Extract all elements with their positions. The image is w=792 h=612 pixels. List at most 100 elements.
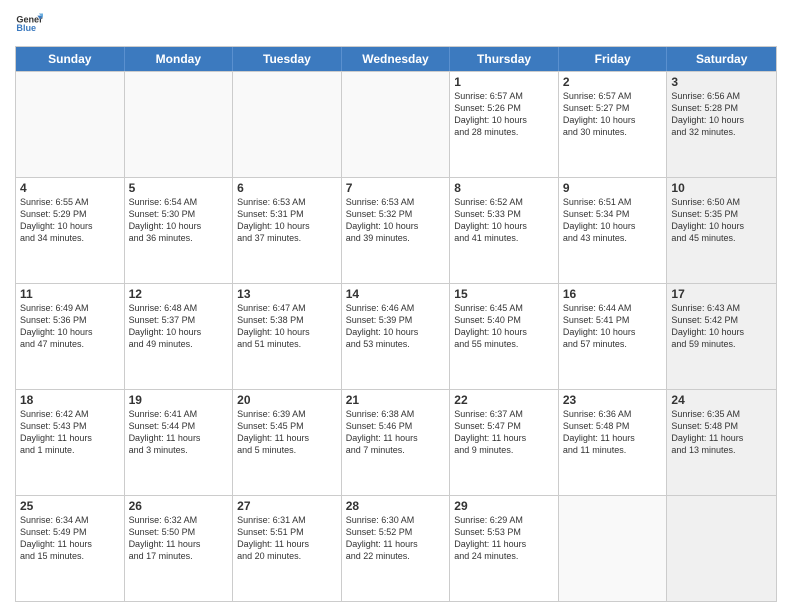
cell-info: Sunrise: 6:54 AM Sunset: 5:30 PM Dayligh… [129,196,229,245]
cal-cell-11: 11Sunrise: 6:49 AM Sunset: 5:36 PM Dayli… [16,284,125,389]
cal-cell-empty-0-3 [342,72,451,177]
cell-info: Sunrise: 6:35 AM Sunset: 5:48 PM Dayligh… [671,408,772,457]
cal-cell-20: 20Sunrise: 6:39 AM Sunset: 5:45 PM Dayli… [233,390,342,495]
calendar-row-1: 4Sunrise: 6:55 AM Sunset: 5:29 PM Daylig… [16,177,776,283]
cal-cell-16: 16Sunrise: 6:44 AM Sunset: 5:41 PM Dayli… [559,284,668,389]
cal-cell-27: 27Sunrise: 6:31 AM Sunset: 5:51 PM Dayli… [233,496,342,601]
day-number: 4 [20,181,120,195]
day-number: 25 [20,499,120,513]
cell-info: Sunrise: 6:30 AM Sunset: 5:52 PM Dayligh… [346,514,446,563]
day-number: 20 [237,393,337,407]
day-number: 26 [129,499,229,513]
cell-info: Sunrise: 6:39 AM Sunset: 5:45 PM Dayligh… [237,408,337,457]
cell-info: Sunrise: 6:55 AM Sunset: 5:29 PM Dayligh… [20,196,120,245]
day-number: 10 [671,181,772,195]
day-number: 9 [563,181,663,195]
cal-cell-empty-0-2 [233,72,342,177]
cell-info: Sunrise: 6:57 AM Sunset: 5:27 PM Dayligh… [563,90,663,139]
cell-info: Sunrise: 6:50 AM Sunset: 5:35 PM Dayligh… [671,196,772,245]
day-number: 6 [237,181,337,195]
cal-cell-4: 4Sunrise: 6:55 AM Sunset: 5:29 PM Daylig… [16,178,125,283]
cal-cell-25: 25Sunrise: 6:34 AM Sunset: 5:49 PM Dayli… [16,496,125,601]
cal-cell-21: 21Sunrise: 6:38 AM Sunset: 5:46 PM Dayli… [342,390,451,495]
cal-cell-2: 2Sunrise: 6:57 AM Sunset: 5:27 PM Daylig… [559,72,668,177]
header-day-tuesday: Tuesday [233,47,342,71]
cell-info: Sunrise: 6:42 AM Sunset: 5:43 PM Dayligh… [20,408,120,457]
cal-cell-24: 24Sunrise: 6:35 AM Sunset: 5:48 PM Dayli… [667,390,776,495]
cal-cell-3: 3Sunrise: 6:56 AM Sunset: 5:28 PM Daylig… [667,72,776,177]
header-day-thursday: Thursday [450,47,559,71]
cell-info: Sunrise: 6:31 AM Sunset: 5:51 PM Dayligh… [237,514,337,563]
day-number: 23 [563,393,663,407]
cal-cell-empty-4-6 [667,496,776,601]
day-number: 21 [346,393,446,407]
cell-info: Sunrise: 6:53 AM Sunset: 5:31 PM Dayligh… [237,196,337,245]
cal-cell-18: 18Sunrise: 6:42 AM Sunset: 5:43 PM Dayli… [16,390,125,495]
cell-info: Sunrise: 6:32 AM Sunset: 5:50 PM Dayligh… [129,514,229,563]
day-number: 24 [671,393,772,407]
cell-info: Sunrise: 6:45 AM Sunset: 5:40 PM Dayligh… [454,302,554,351]
cell-info: Sunrise: 6:43 AM Sunset: 5:42 PM Dayligh… [671,302,772,351]
day-number: 14 [346,287,446,301]
header-day-wednesday: Wednesday [342,47,451,71]
cal-cell-6: 6Sunrise: 6:53 AM Sunset: 5:31 PM Daylig… [233,178,342,283]
cal-cell-29: 29Sunrise: 6:29 AM Sunset: 5:53 PM Dayli… [450,496,559,601]
cell-info: Sunrise: 6:34 AM Sunset: 5:49 PM Dayligh… [20,514,120,563]
calendar-row-2: 11Sunrise: 6:49 AM Sunset: 5:36 PM Dayli… [16,283,776,389]
cal-cell-empty-4-5 [559,496,668,601]
day-number: 12 [129,287,229,301]
cell-info: Sunrise: 6:48 AM Sunset: 5:37 PM Dayligh… [129,302,229,351]
calendar: SundayMondayTuesdayWednesdayThursdayFrid… [15,46,777,602]
day-number: 18 [20,393,120,407]
cell-info: Sunrise: 6:41 AM Sunset: 5:44 PM Dayligh… [129,408,229,457]
cal-cell-23: 23Sunrise: 6:36 AM Sunset: 5:48 PM Dayli… [559,390,668,495]
cal-cell-26: 26Sunrise: 6:32 AM Sunset: 5:50 PM Dayli… [125,496,234,601]
day-number: 22 [454,393,554,407]
cell-info: Sunrise: 6:36 AM Sunset: 5:48 PM Dayligh… [563,408,663,457]
cell-info: Sunrise: 6:46 AM Sunset: 5:39 PM Dayligh… [346,302,446,351]
cal-cell-5: 5Sunrise: 6:54 AM Sunset: 5:30 PM Daylig… [125,178,234,283]
logo: General Blue [15,10,43,38]
header-day-friday: Friday [559,47,668,71]
cell-info: Sunrise: 6:51 AM Sunset: 5:34 PM Dayligh… [563,196,663,245]
cal-cell-10: 10Sunrise: 6:50 AM Sunset: 5:35 PM Dayli… [667,178,776,283]
day-number: 7 [346,181,446,195]
cell-info: Sunrise: 6:44 AM Sunset: 5:41 PM Dayligh… [563,302,663,351]
header: General Blue [15,10,777,38]
calendar-row-3: 18Sunrise: 6:42 AM Sunset: 5:43 PM Dayli… [16,389,776,495]
cal-cell-14: 14Sunrise: 6:46 AM Sunset: 5:39 PM Dayli… [342,284,451,389]
cal-cell-15: 15Sunrise: 6:45 AM Sunset: 5:40 PM Dayli… [450,284,559,389]
day-number: 29 [454,499,554,513]
cell-info: Sunrise: 6:56 AM Sunset: 5:28 PM Dayligh… [671,90,772,139]
day-number: 16 [563,287,663,301]
cell-info: Sunrise: 6:52 AM Sunset: 5:33 PM Dayligh… [454,196,554,245]
cal-cell-28: 28Sunrise: 6:30 AM Sunset: 5:52 PM Dayli… [342,496,451,601]
day-number: 27 [237,499,337,513]
cal-cell-19: 19Sunrise: 6:41 AM Sunset: 5:44 PM Dayli… [125,390,234,495]
cal-cell-empty-0-0 [16,72,125,177]
day-number: 13 [237,287,337,301]
cal-cell-1: 1Sunrise: 6:57 AM Sunset: 5:26 PM Daylig… [450,72,559,177]
cell-info: Sunrise: 6:53 AM Sunset: 5:32 PM Dayligh… [346,196,446,245]
cal-cell-empty-0-1 [125,72,234,177]
cell-info: Sunrise: 6:29 AM Sunset: 5:53 PM Dayligh… [454,514,554,563]
header-day-saturday: Saturday [667,47,776,71]
day-number: 2 [563,75,663,89]
day-number: 15 [454,287,554,301]
cal-cell-7: 7Sunrise: 6:53 AM Sunset: 5:32 PM Daylig… [342,178,451,283]
logo-icon: General Blue [15,10,43,38]
calendar-body: 1Sunrise: 6:57 AM Sunset: 5:26 PM Daylig… [16,71,776,601]
day-number: 17 [671,287,772,301]
cal-cell-17: 17Sunrise: 6:43 AM Sunset: 5:42 PM Dayli… [667,284,776,389]
cell-info: Sunrise: 6:57 AM Sunset: 5:26 PM Dayligh… [454,90,554,139]
calendar-row-4: 25Sunrise: 6:34 AM Sunset: 5:49 PM Dayli… [16,495,776,601]
day-number: 8 [454,181,554,195]
day-number: 19 [129,393,229,407]
cell-info: Sunrise: 6:37 AM Sunset: 5:47 PM Dayligh… [454,408,554,457]
day-number: 11 [20,287,120,301]
cell-info: Sunrise: 6:47 AM Sunset: 5:38 PM Dayligh… [237,302,337,351]
cal-cell-13: 13Sunrise: 6:47 AM Sunset: 5:38 PM Dayli… [233,284,342,389]
cal-cell-12: 12Sunrise: 6:48 AM Sunset: 5:37 PM Dayli… [125,284,234,389]
day-number: 1 [454,75,554,89]
calendar-row-0: 1Sunrise: 6:57 AM Sunset: 5:26 PM Daylig… [16,71,776,177]
